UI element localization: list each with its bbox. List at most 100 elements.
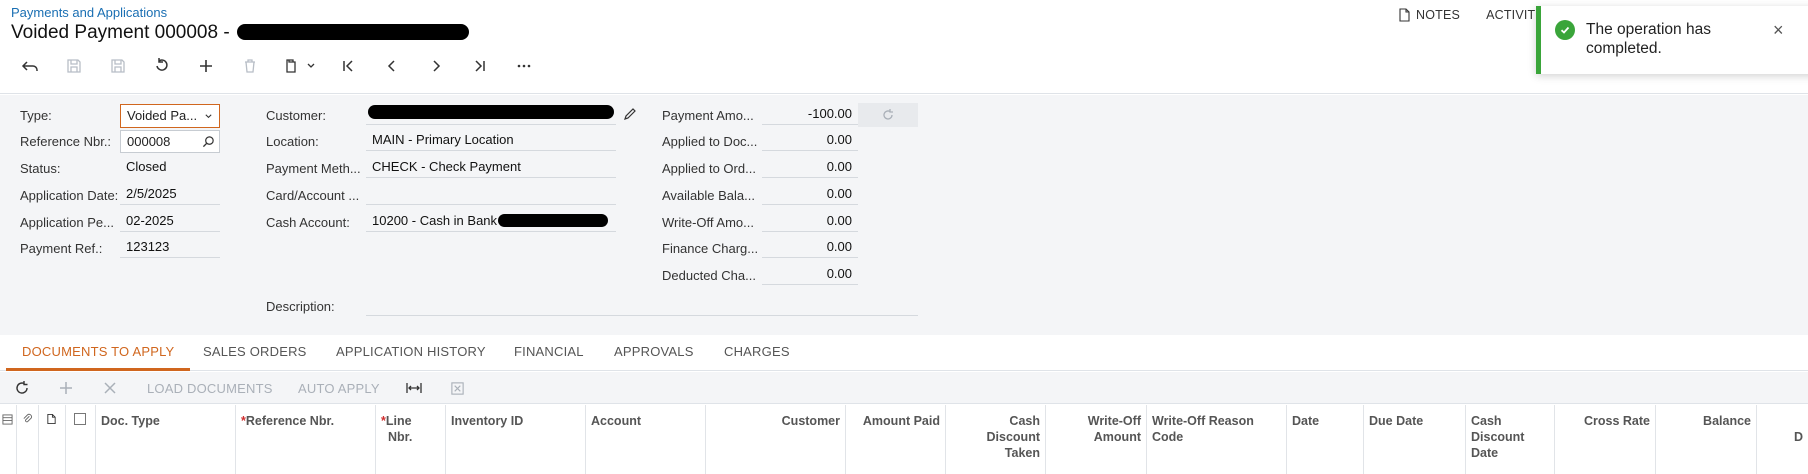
recalculate-button[interactable] [858,103,918,127]
grid-add-icon[interactable] [58,372,74,404]
app-period-label: Application Pe... [20,215,114,230]
column-settings-icon[interactable] [0,405,17,474]
col-reference-nbr-label: Reference Nbr. [245,414,335,428]
notes-button[interactable]: NOTES [1397,8,1460,22]
col-writeoff-amount[interactable]: Write-Off Amount [1046,405,1147,474]
cash-account-input[interactable]: 10200 - Cash in Bank [366,210,616,232]
top-links: NOTES ACTIVITI [1397,8,1539,22]
payment-amount-label: Payment Amo... [662,108,754,123]
tab-charges[interactable]: CHARGES [724,335,790,371]
col-cash-discount-taken-label-1: Cash [1009,414,1040,428]
tab-application-history[interactable]: APPLICATION HISTORY [336,335,486,371]
col-doc-type-label: Doc. Type [101,414,160,428]
col-inventory-id[interactable]: Inventory ID [446,405,586,474]
export-excel-icon[interactable] [450,372,465,404]
col-date[interactable]: Date [1287,405,1364,474]
description-label: Description: [266,299,335,314]
location-label: Location: [266,134,319,149]
grid-delete-icon[interactable] [102,372,118,404]
check-circle-icon [1555,20,1575,40]
col-cash-discount-date-label-2: Discount [1471,430,1525,444]
status-label: Status: [20,161,61,176]
col-line-nbr-label-2: Nbr. [388,430,413,444]
location-input[interactable]: MAIN - Primary Location [366,129,616,151]
tab-financial[interactable]: FINANCIAL [514,335,584,371]
card-account-input[interactable] [366,183,616,205]
cancel-icon[interactable] [140,54,184,78]
grid-toolbar: LOAD DOCUMENTS AUTO APPLY [0,372,1808,404]
col-cash-discount-taken[interactable]: Cash Discount Taken [946,405,1046,474]
copy-paste-icon[interactable] [272,54,326,78]
card-account-label: Card/Account ... [266,188,360,203]
col-balance[interactable]: Balance [1656,405,1757,474]
grid-header: Doc. Type *Reference Nbr. *Line Nbr. Inv… [0,405,1808,474]
previous-record-icon[interactable] [370,54,414,78]
more-actions-icon[interactable] [502,54,546,78]
col-due-date[interactable]: Due Date [1364,405,1466,474]
col-customer[interactable]: Customer [706,405,846,474]
next-record-icon[interactable] [414,54,458,78]
app-date-input[interactable]: 2/5/2025 [120,183,220,205]
col-cash-discount-taken-label-2: Discount [986,430,1040,444]
col-reference-nbr[interactable]: *Reference Nbr. [236,405,376,474]
page-title: Voided Payment 000008 - [11,22,469,44]
close-icon[interactable]: × [1773,20,1784,41]
tab-bar: DOCUMENTS TO APPLY SALES ORDERS APPLICAT… [0,335,1808,371]
attachment-icon [17,405,39,474]
summary-form: Type: Voided Pa... Reference Nbr.: 00000… [0,95,1808,335]
col-line-nbr-label-1: Line [385,414,412,428]
payment-amount-input[interactable]: -100.00 [762,103,858,125]
available-balance-value: 0.00 [762,183,858,205]
col-writeoff-reason-label-1: Write-Off Reason [1152,414,1254,428]
refresh-icon [883,109,893,120]
app-period-input[interactable]: 02-2025 [120,210,220,232]
add-icon[interactable] [184,54,228,78]
customer-input[interactable] [366,103,616,125]
type-label: Type: [20,108,52,123]
col-doc-type[interactable]: Doc. Type [96,405,236,474]
first-record-icon[interactable] [326,54,370,78]
col-account[interactable]: Account [586,405,706,474]
undo-arrow-icon[interactable] [8,54,52,78]
payment-method-input[interactable]: CHECK - Check Payment [366,156,616,178]
breadcrumb[interactable]: Payments and Applications [11,5,167,20]
fit-columns-icon[interactable] [405,372,423,404]
col-cross-rate[interactable]: Cross Rate [1555,405,1656,474]
col-writeoff-reason[interactable]: Write-Off Reason Code [1147,405,1287,474]
cash-account-label: Cash Account: [266,215,350,230]
document-icon [1399,8,1410,22]
col-date-label: Date [1292,414,1320,428]
tab-documents-to-apply[interactable]: DOCUMENTS TO APPLY [6,335,191,371]
auto-apply-button[interactable]: AUTO APPLY [298,372,380,404]
activities-label: ACTIVITI [1486,8,1540,22]
note-icon [39,405,66,474]
save-icon[interactable] [52,54,96,78]
save-close-icon[interactable] [96,54,140,78]
checkbox[interactable] [74,413,86,425]
type-select[interactable]: Voided Pa... [120,104,220,128]
col-writeoff-amount-label-1: Write-Off [1087,414,1141,428]
col-cash-discount-date-label-1: Cash [1471,414,1502,428]
activities-button[interactable]: ACTIVITI [1486,8,1539,22]
col-cash-discount-date[interactable]: Cash Discount Date [1466,405,1555,474]
grid-refresh-icon[interactable] [14,372,30,404]
col-writeoff-amount-label-2: Amount [1093,430,1141,444]
col-cut-off[interactable]: D [1757,405,1808,474]
description-input[interactable] [366,294,918,316]
main-toolbar [8,54,546,78]
col-inventory-id-label: Inventory ID [451,414,524,428]
edit-pencil-icon[interactable] [623,107,637,121]
ref-nbr-input[interactable]: 000008 [120,130,220,153]
applied-doc-value: 0.00 [762,129,858,151]
last-record-icon[interactable] [458,54,502,78]
payment-ref-input[interactable]: 123123 [120,236,220,258]
col-amount-paid[interactable]: Amount Paid [846,405,946,474]
select-all-checkbox[interactable] [66,405,96,474]
load-documents-button[interactable]: LOAD DOCUMENTS [147,372,273,404]
col-line-nbr[interactable]: *Line Nbr. [376,405,446,474]
col-cross-rate-label: Cross Rate [1584,414,1650,428]
search-icon[interactable] [202,135,215,148]
delete-icon[interactable] [228,54,272,78]
tab-sales-orders[interactable]: SALES ORDERS [203,335,307,371]
tab-approvals[interactable]: APPROVALS [614,335,694,371]
